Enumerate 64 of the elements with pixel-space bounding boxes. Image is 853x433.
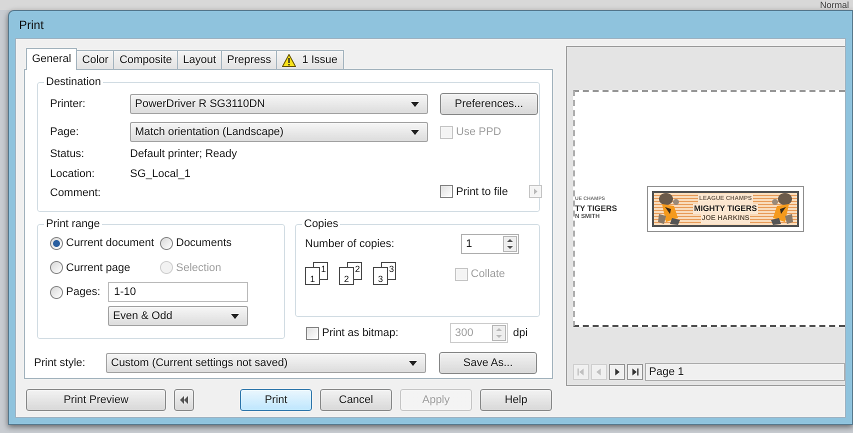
tab[interactable]: Composite (113, 50, 178, 69)
label-text: MIGHTY TIGERS (693, 204, 758, 214)
caret-icon (411, 130, 419, 134)
collapse-button[interactable] (174, 389, 194, 411)
printer-dropdown[interactable]: PowerDriver R SG3110DN (130, 94, 428, 114)
tab[interactable]: General (26, 48, 78, 70)
checkbox-label: Print as bitmap: (322, 326, 400, 341)
field-label: Status: (50, 147, 86, 162)
field-label: Comment: (50, 186, 102, 201)
field-label: Number of copies: (305, 236, 394, 252)
radio-label: Current page (66, 260, 130, 276)
copies-field[interactable]: 1 (461, 234, 519, 254)
dialog-button[interactable]: Print (240, 389, 312, 411)
field-label: Location: (50, 166, 96, 182)
radio-label: Current document (66, 236, 154, 251)
tab[interactable]: 1 Issue (276, 50, 344, 69)
next-button[interactable] (609, 364, 625, 380)
location-value: SG_Local_1 (130, 166, 192, 182)
page-dropdown[interactable]: Match orientation (Landscape) (130, 122, 428, 142)
page-sheet-icon: 3 (373, 267, 388, 285)
radio-label: Selection (176, 260, 222, 276)
group-legend: Copies (302, 217, 340, 231)
caret-icon (411, 102, 419, 106)
parity-dropdown[interactable]: Even & Odd (108, 306, 248, 326)
unit-label: dpi (513, 326, 528, 341)
print-preview-button[interactable]: Print Preview (26, 389, 166, 411)
field-label: Printer: (50, 96, 86, 112)
checkbox[interactable] (306, 326, 319, 340)
status-value: Default printer; Ready (130, 147, 238, 162)
checkbox-label: Print to file (456, 184, 508, 200)
tab[interactable]: Color (76, 50, 114, 69)
pages-field[interactable]: 1-10 (108, 282, 248, 302)
background-text: Normal (820, 0, 849, 10)
label-text: TY TIGERS (575, 204, 618, 213)
radio-button[interactable] (160, 236, 173, 250)
radio-button[interactable] (50, 236, 63, 250)
tab[interactable]: Layout (177, 50, 222, 69)
double-arrow-icon (179, 395, 189, 405)
arrow-button-icon[interactable] (528, 185, 542, 198)
page-sheet-icon: 1 (305, 267, 320, 285)
dialog-button[interactable]: Cancel (320, 389, 392, 411)
tab[interactable]: Prepress (221, 50, 278, 69)
page-sheet-icon: 2 (339, 267, 354, 285)
radio-button[interactable] (50, 261, 63, 274)
window-title: Print (19, 16, 44, 34)
warning-icon (282, 54, 296, 66)
save-as-button[interactable]: Save As... (439, 352, 537, 374)
radio-label: Pages: (66, 284, 100, 300)
print-style-dropdown[interactable]: Custom (Current settings not saved) (106, 353, 426, 373)
group-legend: Print range (44, 217, 102, 231)
spinner-icon[interactable] (503, 236, 517, 252)
radio-label: Documents (176, 236, 232, 251)
checkbox-label: Collate (470, 266, 505, 282)
preferences-button[interactable]: Preferences... (440, 93, 538, 115)
caret-icon (409, 360, 417, 366)
radio-button[interactable] (50, 286, 63, 298)
dialog-button[interactable]: Help (480, 389, 552, 411)
checkbox[interactable] (440, 185, 453, 198)
field-label: Page: (50, 124, 80, 140)
checkbox-label: Use PPD (456, 124, 502, 140)
page-indicator: Page 1 (645, 363, 845, 381)
last-page-button[interactable] (627, 364, 643, 380)
caret-icon (231, 314, 239, 318)
field-label: Print style: (34, 356, 86, 371)
